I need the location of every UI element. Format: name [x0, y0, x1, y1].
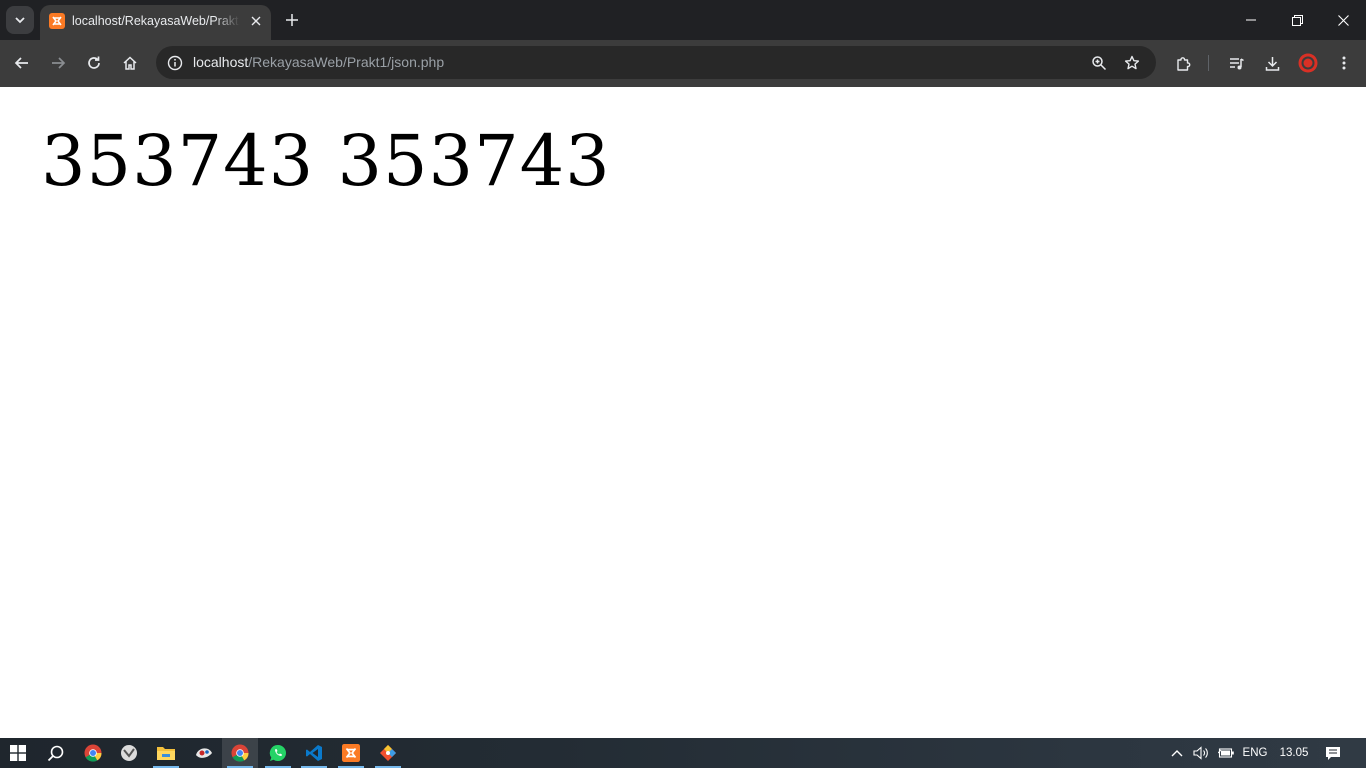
plus-icon	[286, 14, 298, 26]
address-bar[interactable]: localhost/RekayasaWeb/Prakt1/json.php	[156, 46, 1156, 79]
reload-icon	[88, 56, 100, 69]
app-icon	[121, 745, 137, 761]
star-icon	[1124, 55, 1140, 70]
zoom-button[interactable]	[1087, 51, 1111, 75]
more-vertical-icon	[1342, 56, 1346, 70]
app-icon	[196, 748, 212, 758]
download-icon	[1265, 56, 1279, 71]
close-icon	[251, 16, 261, 26]
taskbar-git[interactable]	[370, 738, 406, 768]
taskbar-chrome-2[interactable]	[222, 738, 258, 768]
json-output-text: 353743 353743	[41, 120, 611, 202]
close-window-button[interactable]	[1320, 0, 1366, 40]
avatar-icon	[1298, 53, 1318, 73]
downloads-button[interactable]	[1259, 50, 1285, 76]
profile-button[interactable]	[1295, 50, 1321, 76]
new-tab-button[interactable]	[280, 8, 304, 32]
site-info-button[interactable]	[164, 52, 186, 74]
media-icon	[1229, 57, 1244, 69]
tab-title: localhost/RekayasaWeb/Prakt1/json.php	[72, 14, 240, 28]
chevron-down-icon	[15, 17, 25, 24]
toolbar-divider	[1208, 55, 1209, 71]
taskbar-vscode[interactable]	[296, 738, 332, 768]
active-tab[interactable]: localhost/RekayasaWeb/Prakt1/json.php	[40, 5, 271, 40]
language-indicator[interactable]: ENG	[1239, 738, 1271, 768]
restore-icon	[1291, 14, 1303, 26]
battery-button[interactable]	[1215, 738, 1237, 768]
forward-button[interactable]	[44, 49, 72, 77]
clock[interactable]: 13.05	[1274, 738, 1314, 768]
speaker-icon	[1192, 746, 1208, 760]
minimize-button[interactable]	[1228, 0, 1274, 40]
page-content: 353743 353743	[0, 87, 1366, 738]
arrow-left-icon	[14, 57, 28, 69]
reload-button[interactable]	[80, 49, 108, 77]
tab-close-button[interactable]	[245, 10, 267, 32]
bookmark-button[interactable]	[1120, 51, 1144, 75]
restore-button[interactable]	[1274, 0, 1320, 40]
start-button[interactable]	[0, 738, 36, 768]
notification-icon	[1326, 746, 1340, 760]
back-button[interactable]	[8, 49, 36, 77]
taskbar-chrome-1[interactable]	[75, 738, 111, 768]
url-text[interactable]: localhost/RekayasaWeb/Prakt1/json.php	[193, 54, 444, 71]
browser-toolbar: localhost/RekayasaWeb/Prakt1/json.php	[0, 40, 1366, 86]
info-icon	[167, 55, 183, 71]
url-path: /RekayasaWeb/Prakt1/json.php	[248, 54, 445, 70]
windows-icon	[10, 745, 26, 761]
battery-icon	[1217, 748, 1234, 758]
taskbar-xampp[interactable]	[333, 738, 369, 768]
taskbar-app-2[interactable]	[186, 738, 222, 768]
extensions-button[interactable]	[1170, 50, 1196, 76]
taskbar-file-explorer[interactable]	[148, 738, 184, 768]
menu-button[interactable]	[1331, 50, 1357, 76]
xampp-icon	[342, 744, 360, 762]
taskbar-app-1[interactable]	[111, 738, 147, 768]
arrow-right-icon	[52, 57, 66, 69]
puzzle-icon	[1176, 56, 1190, 71]
xampp-icon	[49, 13, 65, 29]
taskbar-whatsapp[interactable]	[260, 738, 296, 768]
close-icon	[1337, 14, 1349, 26]
chrome-icon	[84, 744, 102, 762]
search-button[interactable]	[37, 738, 73, 768]
chrome-icon	[231, 744, 249, 762]
minimize-icon	[1246, 19, 1256, 21]
notifications-button[interactable]	[1318, 738, 1348, 768]
search-icon	[47, 745, 63, 761]
home-icon	[123, 56, 137, 70]
vscode-icon	[306, 745, 322, 761]
file-explorer-icon	[157, 747, 175, 760]
git-icon	[380, 745, 396, 761]
taskbar: ENG 13.05	[0, 738, 1366, 768]
tab-strip: localhost/RekayasaWeb/Prakt1/json.php	[0, 0, 1366, 40]
url-host: localhost	[193, 54, 249, 70]
chevron-up-icon	[1171, 750, 1183, 757]
media-controls-button[interactable]	[1223, 50, 1249, 76]
tab-search-button[interactable]	[6, 6, 34, 34]
whatsapp-icon	[269, 744, 286, 762]
volume-button[interactable]	[1190, 738, 1212, 768]
show-hidden-icons-button[interactable]	[1166, 738, 1188, 768]
home-button[interactable]	[116, 49, 144, 77]
zoom-icon	[1092, 56, 1107, 71]
